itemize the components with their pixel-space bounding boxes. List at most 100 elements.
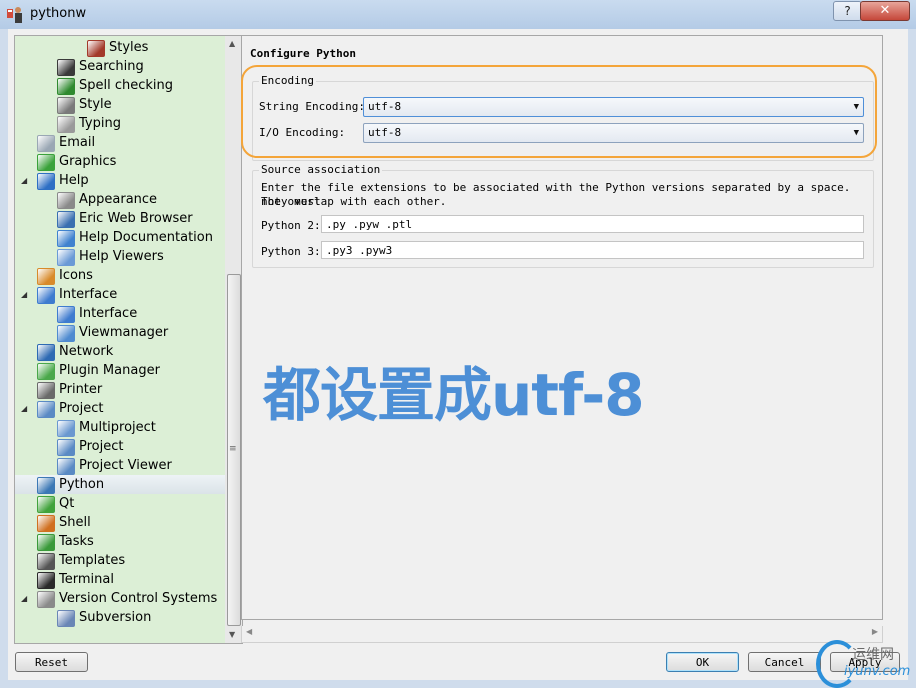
python2-extensions-field[interactable]: .py .pyw .ptl (321, 215, 864, 233)
tree-item[interactable]: Project (15, 437, 225, 456)
python3-extensions-field[interactable]: .py3 .pyw3 (321, 241, 864, 259)
appearance-icon (57, 192, 75, 209)
expander-icon[interactable]: ◢ (21, 285, 31, 304)
tree-item[interactable]: Style (15, 95, 225, 114)
email-icon (37, 135, 55, 152)
tree-item-label: Interface (59, 287, 118, 302)
tree-item-label: Spell checking (79, 78, 174, 93)
tree-item-label: Shell (59, 515, 91, 530)
expander-icon[interactable]: ◢ (21, 589, 31, 608)
tree-item[interactable]: Shell (15, 513, 225, 532)
tree-item[interactable]: Searching (15, 57, 225, 76)
project-icon (37, 401, 55, 418)
tree-item-label: Version Control Systems (59, 591, 218, 606)
tree-item[interactable]: Help Viewers (15, 247, 225, 266)
tree-item-label: Project Viewer (79, 458, 172, 473)
tree-item[interactable]: Terminal (15, 570, 225, 589)
tree-item-label: Help Viewers (79, 249, 164, 264)
scroll-up-icon[interactable]: ▲ (229, 39, 235, 48)
annotation-text: 都设置成utf-8 (263, 361, 645, 429)
help-icon (37, 173, 55, 190)
tree-item-label: Typing (79, 116, 121, 131)
tree-item-label: Qt (59, 496, 75, 511)
tree-item-label: Styles (109, 40, 149, 55)
tree-item[interactable]: Printer (15, 380, 225, 399)
source-description-line2: not overlap with each other. (261, 195, 447, 208)
reset-button[interactable]: Reset (15, 652, 88, 672)
scroll-down-icon[interactable]: ▼ (229, 630, 235, 639)
tree-item-label: Subversion (79, 610, 152, 625)
panel-hscrollbar[interactable]: ◀ ▶ (241, 626, 883, 643)
tree-item[interactable]: Subversion (15, 608, 225, 627)
tree-item-label: Interface (79, 306, 138, 321)
tree-item[interactable]: Plugin Manager (15, 361, 225, 380)
terminal-icon (37, 572, 55, 589)
tree-item-label: Graphics (59, 154, 117, 169)
templates-icon (37, 553, 55, 570)
tree-item-label: Project (59, 401, 104, 416)
close-button[interactable]: ✕ (860, 1, 910, 21)
expander-icon[interactable]: ◢ (21, 399, 31, 418)
watermark-line1: 运维网 (852, 647, 894, 663)
help-button[interactable]: ? (833, 1, 862, 21)
tree-item-label: Network (59, 344, 114, 359)
tasks-icon (37, 534, 55, 551)
app-icon (7, 7, 22, 23)
viewmanager-icon (57, 325, 75, 342)
source-association-title: Source association (259, 163, 383, 176)
qt-icon (37, 496, 55, 513)
tree-item[interactable]: Email (15, 133, 225, 152)
tree-item[interactable]: Templates (15, 551, 225, 570)
tree-item[interactable]: ◢ Project (15, 399, 225, 418)
tree-item[interactable]: Appearance (15, 190, 225, 209)
tree-item-label: Help Documentation (79, 230, 213, 245)
tree-item[interactable]: ◢ Interface (15, 285, 225, 304)
vcs-icon (37, 591, 55, 608)
tree-item[interactable]: Icons (15, 266, 225, 285)
watermark-logo: 运维网 iyunv.com (814, 640, 914, 688)
project-viewer-icon (57, 458, 75, 475)
shell-icon (37, 515, 55, 532)
cancel-button[interactable]: Cancel (748, 652, 821, 672)
spellcheck-icon (57, 78, 75, 95)
tree-item-label: Multiproject (79, 420, 156, 435)
scroll-left-icon[interactable]: ◀ (246, 627, 252, 636)
python2-label: Python 2: (261, 219, 321, 232)
tree-item-label: Templates (59, 553, 126, 568)
config-tree[interactable]: Styles Searching Spell checking Style Typing… (14, 35, 226, 644)
tree-item[interactable]: Spell checking (15, 76, 225, 95)
tree-item-label: Printer (59, 382, 103, 397)
tree-item-label: Tasks (59, 534, 94, 549)
tree-item[interactable]: Project Viewer (15, 456, 225, 475)
styles-icon (87, 40, 105, 57)
tree-item[interactable]: ◢ Help (15, 171, 225, 190)
tree-item-label: Python (59, 477, 105, 492)
help-documentation-icon (57, 230, 75, 247)
tree-item[interactable]: Eric Web Browser (15, 209, 225, 228)
python3-label: Python 3: (261, 245, 321, 258)
tree-item[interactable]: Network (15, 342, 225, 361)
tree-item[interactable]: Typing (15, 114, 225, 133)
tree-item-label: Project (79, 439, 124, 454)
tree-item[interactable]: Viewmanager (15, 323, 225, 342)
tree-item[interactable]: Graphics (15, 152, 225, 171)
subversion-icon (57, 610, 75, 627)
tree-item-label: Terminal (59, 572, 114, 587)
expander-icon[interactable]: ◢ (21, 171, 31, 190)
tree-item[interactable]: ◢ Version Control Systems (15, 589, 225, 608)
grip-icon: ≡ (229, 444, 237, 454)
tree-item[interactable]: Styles (15, 38, 225, 57)
tree-item[interactable]: Interface (15, 304, 225, 323)
python-icon (37, 477, 55, 494)
tree-item[interactable]: Tasks (15, 532, 225, 551)
scroll-right-icon[interactable]: ▶ (872, 627, 878, 636)
binoculars-icon (57, 59, 75, 76)
tree-item-label: Help (59, 173, 89, 188)
tree-item[interactable]: Multiproject (15, 418, 225, 437)
tree-item[interactable]: Help Documentation (15, 228, 225, 247)
ok-button[interactable]: OK (666, 652, 739, 672)
tree-item[interactable]: Python (15, 475, 225, 494)
multiproject-icon (57, 420, 75, 437)
typing-icon (57, 116, 75, 133)
tree-item[interactable]: Qt (15, 494, 225, 513)
